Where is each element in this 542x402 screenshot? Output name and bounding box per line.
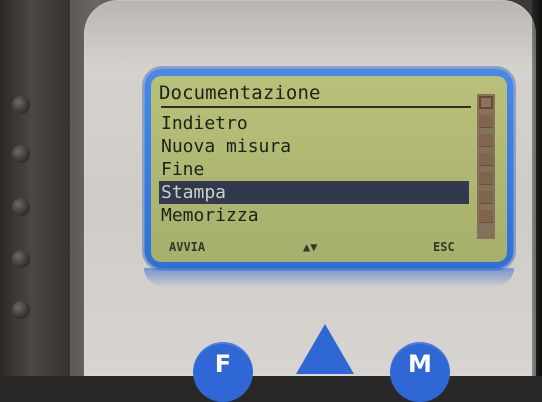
menu-item-indietro[interactable]: Indietro [159,112,469,135]
rail-hole [12,250,30,268]
screen-title: Documentazione [159,82,321,104]
f-button-label: F [214,350,232,378]
menu-list: Indietro Nuova misura Fine Stampa Memori… [159,112,469,227]
softkey-avvia[interactable]: AVVIA [169,238,205,256]
menu-item-nuova-misura[interactable]: Nuova misura [159,135,469,158]
menu-item-fine[interactable]: Fine [159,158,469,181]
rail-hole [12,96,30,114]
title-divider [161,106,471,108]
scroll-segment [479,115,493,128]
scroll-segment [479,210,493,223]
scroll-segment [479,172,493,185]
f-button[interactable]: F [193,342,253,402]
left-rail [0,0,70,376]
rail-hole [12,198,30,216]
menu-item-memorizza[interactable]: Memorizza [159,204,469,227]
right-edge-shadow [532,0,542,376]
lcd-screen: Documentazione Indietro Nuova misura Fin… [151,76,507,262]
rail-hole [12,145,30,163]
scroll-segment [479,134,493,147]
scrollbar[interactable] [477,94,495,239]
scroll-segment [479,191,493,204]
menu-item-stampa[interactable]: Stampa [159,181,469,204]
softkey-esc[interactable]: ESC [433,238,455,256]
scroll-segment [479,153,493,166]
m-button[interactable]: M [390,342,450,402]
scroll-indicator [479,96,493,109]
m-button-label: M [408,350,432,378]
screen-lower-band [144,268,514,286]
softkey-navigate[interactable]: ▲▼ [303,238,317,256]
up-button[interactable] [296,324,354,374]
rail-hole [12,301,30,319]
